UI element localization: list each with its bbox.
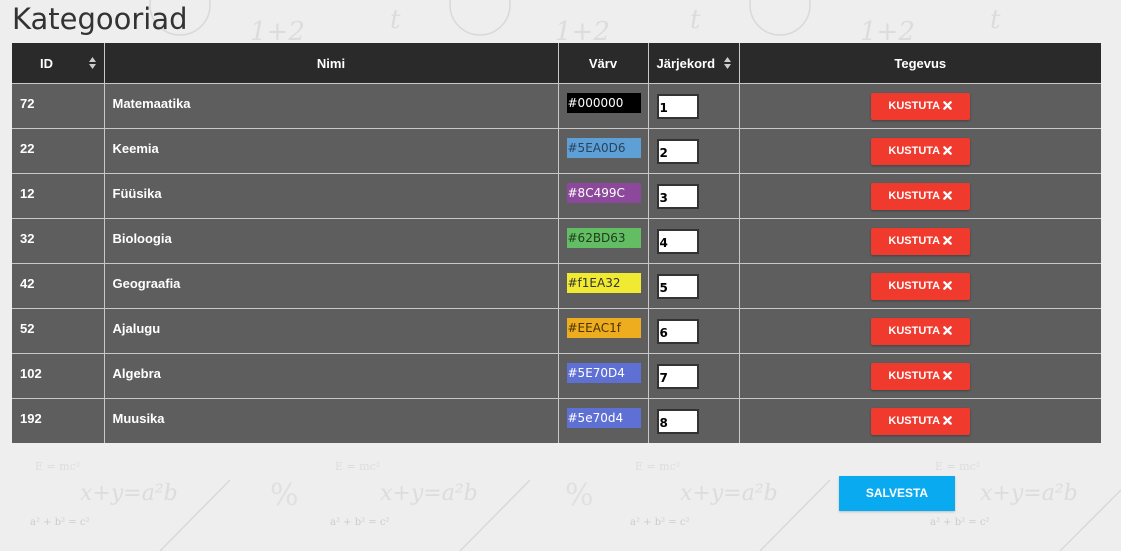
column-header-action: Tegevus — [739, 43, 1101, 84]
order-input[interactable]: 8 — [656, 409, 699, 434]
column-header-id[interactable]: ID — [12, 43, 105, 84]
svg-text:E = mc²: E = mc² — [935, 460, 980, 473]
delete-button[interactable]: KUSTUTA — [870, 273, 970, 300]
delete-button-label: KUSTUTA — [888, 325, 941, 337]
table-header-row: ID Nimi Värv Järjekord Tegevus — [12, 43, 1101, 84]
row-id: 12 — [20, 186, 35, 201]
order-input[interactable]: 5 — [656, 274, 699, 299]
table-row: 72 Matemaatika #000000 1 KUSTUTA — [12, 83, 1101, 129]
row-name: Geograafia — [112, 276, 181, 291]
table-row: 32 Bioloogia #62BD63 4 KUSTUTA — [12, 218, 1101, 264]
svg-text:x+y=a²b: x+y=a²b — [980, 481, 1078, 506]
sort-icon — [723, 57, 731, 69]
row-id: 42 — [20, 276, 35, 291]
row-id: 32 — [20, 231, 35, 246]
column-header-id-label: ID — [40, 55, 53, 71]
column-header-order-label: Järjekord — [656, 55, 716, 71]
close-icon — [943, 281, 952, 290]
sort-icon — [88, 57, 96, 69]
svg-text:t: t — [690, 5, 701, 35]
svg-text:E = mc²: E = mc² — [35, 460, 80, 473]
svg-text:x+y=a²b: x+y=a²b — [680, 481, 778, 506]
column-header-color: Värv — [558, 43, 649, 84]
row-name: Matemaatika — [112, 96, 191, 111]
close-icon — [943, 416, 952, 425]
close-icon — [943, 101, 952, 110]
close-icon — [943, 146, 952, 155]
color-field[interactable]: #8C499C — [566, 183, 641, 203]
close-icon — [943, 371, 952, 380]
order-input[interactable]: 2 — [656, 139, 699, 164]
delete-button-label: KUSTUTA — [888, 190, 941, 202]
svg-text:t: t — [990, 5, 1001, 35]
table-row: 192 Muusika #5e70d4 8 KUSTUTA — [12, 398, 1101, 443]
page-title: Kategooriad — [12, 2, 188, 36]
row-id: 192 — [20, 411, 42, 426]
order-input[interactable]: 7 — [656, 364, 699, 389]
table-row: 52 Ajalugu #EEAC1f 6 KUSTUTA — [12, 308, 1101, 354]
save-button[interactable]: SALVESTA — [839, 476, 955, 511]
svg-text:%: % — [270, 478, 299, 513]
row-id: 102 — [20, 366, 42, 381]
color-field[interactable]: #62BD63 — [566, 228, 641, 248]
delete-button-label: KUSTUTA — [888, 100, 941, 112]
svg-text:a² + b² = c²: a² + b² = c² — [30, 517, 89, 528]
color-field[interactable]: #000000 — [566, 93, 641, 113]
color-field[interactable]: #f1EA32 — [566, 273, 641, 293]
color-field[interactable]: #5e70d4 — [566, 408, 641, 428]
table-row: 22 Keemia #5EA0D6 2 KUSTUTA — [12, 128, 1101, 174]
categories-table: ID Nimi Värv Järjekord Tegevus 72 Matema… — [12, 43, 1101, 443]
svg-text:a² + b² = c²: a² + b² = c² — [930, 517, 989, 528]
order-input[interactable]: 6 — [656, 319, 699, 344]
svg-text:E = mc²: E = mc² — [635, 460, 680, 473]
delete-button[interactable]: KUSTUTA — [870, 138, 970, 165]
delete-button[interactable]: KUSTUTA — [870, 228, 970, 255]
svg-text:t: t — [390, 5, 401, 35]
delete-button[interactable]: KUSTUTA — [870, 183, 970, 210]
delete-button-label: KUSTUTA — [888, 280, 941, 292]
row-id: 52 — [20, 321, 35, 336]
close-icon — [943, 191, 952, 200]
row-name: Ajalugu — [112, 321, 161, 336]
order-input[interactable]: 4 — [656, 229, 699, 254]
row-id: 22 — [20, 141, 35, 156]
delete-button-label: KUSTUTA — [888, 415, 941, 427]
row-name: Keemia — [112, 141, 159, 156]
delete-button-label: KUSTUTA — [888, 235, 941, 247]
svg-text:a² + b² = c²: a² + b² = c² — [630, 517, 689, 528]
svg-text:%: % — [565, 478, 594, 513]
row-name: Muusika — [112, 411, 165, 426]
delete-button[interactable]: KUSTUTA — [870, 93, 970, 120]
color-field[interactable]: #EEAC1f — [566, 318, 641, 338]
svg-text:a² + b² = c²: a² + b² = c² — [330, 517, 389, 528]
table-row: 42 Geograafia #f1EA32 5 KUSTUTA — [12, 263, 1101, 309]
row-name: Füüsika — [112, 186, 162, 201]
delete-button[interactable]: KUSTUTA — [870, 363, 970, 390]
delete-button[interactable]: KUSTUTA — [870, 318, 970, 345]
row-name: Algebra — [112, 366, 161, 381]
svg-text:x+y=a²b: x+y=a²b — [380, 481, 478, 506]
row-id: 72 — [20, 96, 35, 111]
order-input[interactable]: 3 — [656, 184, 699, 209]
color-field[interactable]: #5EA0D6 — [566, 138, 641, 158]
svg-text:E = mc²: E = mc² — [335, 460, 380, 473]
row-name: Bioloogia — [112, 231, 172, 246]
delete-button-label: KUSTUTA — [888, 145, 941, 157]
order-input[interactable]: 1 — [656, 94, 699, 119]
column-header-order[interactable]: Järjekord — [648, 43, 740, 84]
table-body: 72 Matemaatika #000000 1 KUSTUTA 22 Keem… — [12, 83, 1101, 443]
delete-button[interactable]: KUSTUTA — [870, 408, 970, 435]
color-field[interactable]: #5E70D4 — [566, 363, 641, 383]
table-row: 102 Algebra #5E70D4 7 KUSTUTA — [12, 353, 1101, 399]
close-icon — [943, 326, 952, 335]
column-header-name: Nimi — [104, 43, 559, 84]
svg-text:x+y=a²b: x+y=a²b — [80, 481, 178, 506]
table-row: 12 Füüsika #8C499C 3 KUSTUTA — [12, 173, 1101, 219]
delete-button-label: KUSTUTA — [888, 370, 941, 382]
close-icon — [943, 236, 952, 245]
